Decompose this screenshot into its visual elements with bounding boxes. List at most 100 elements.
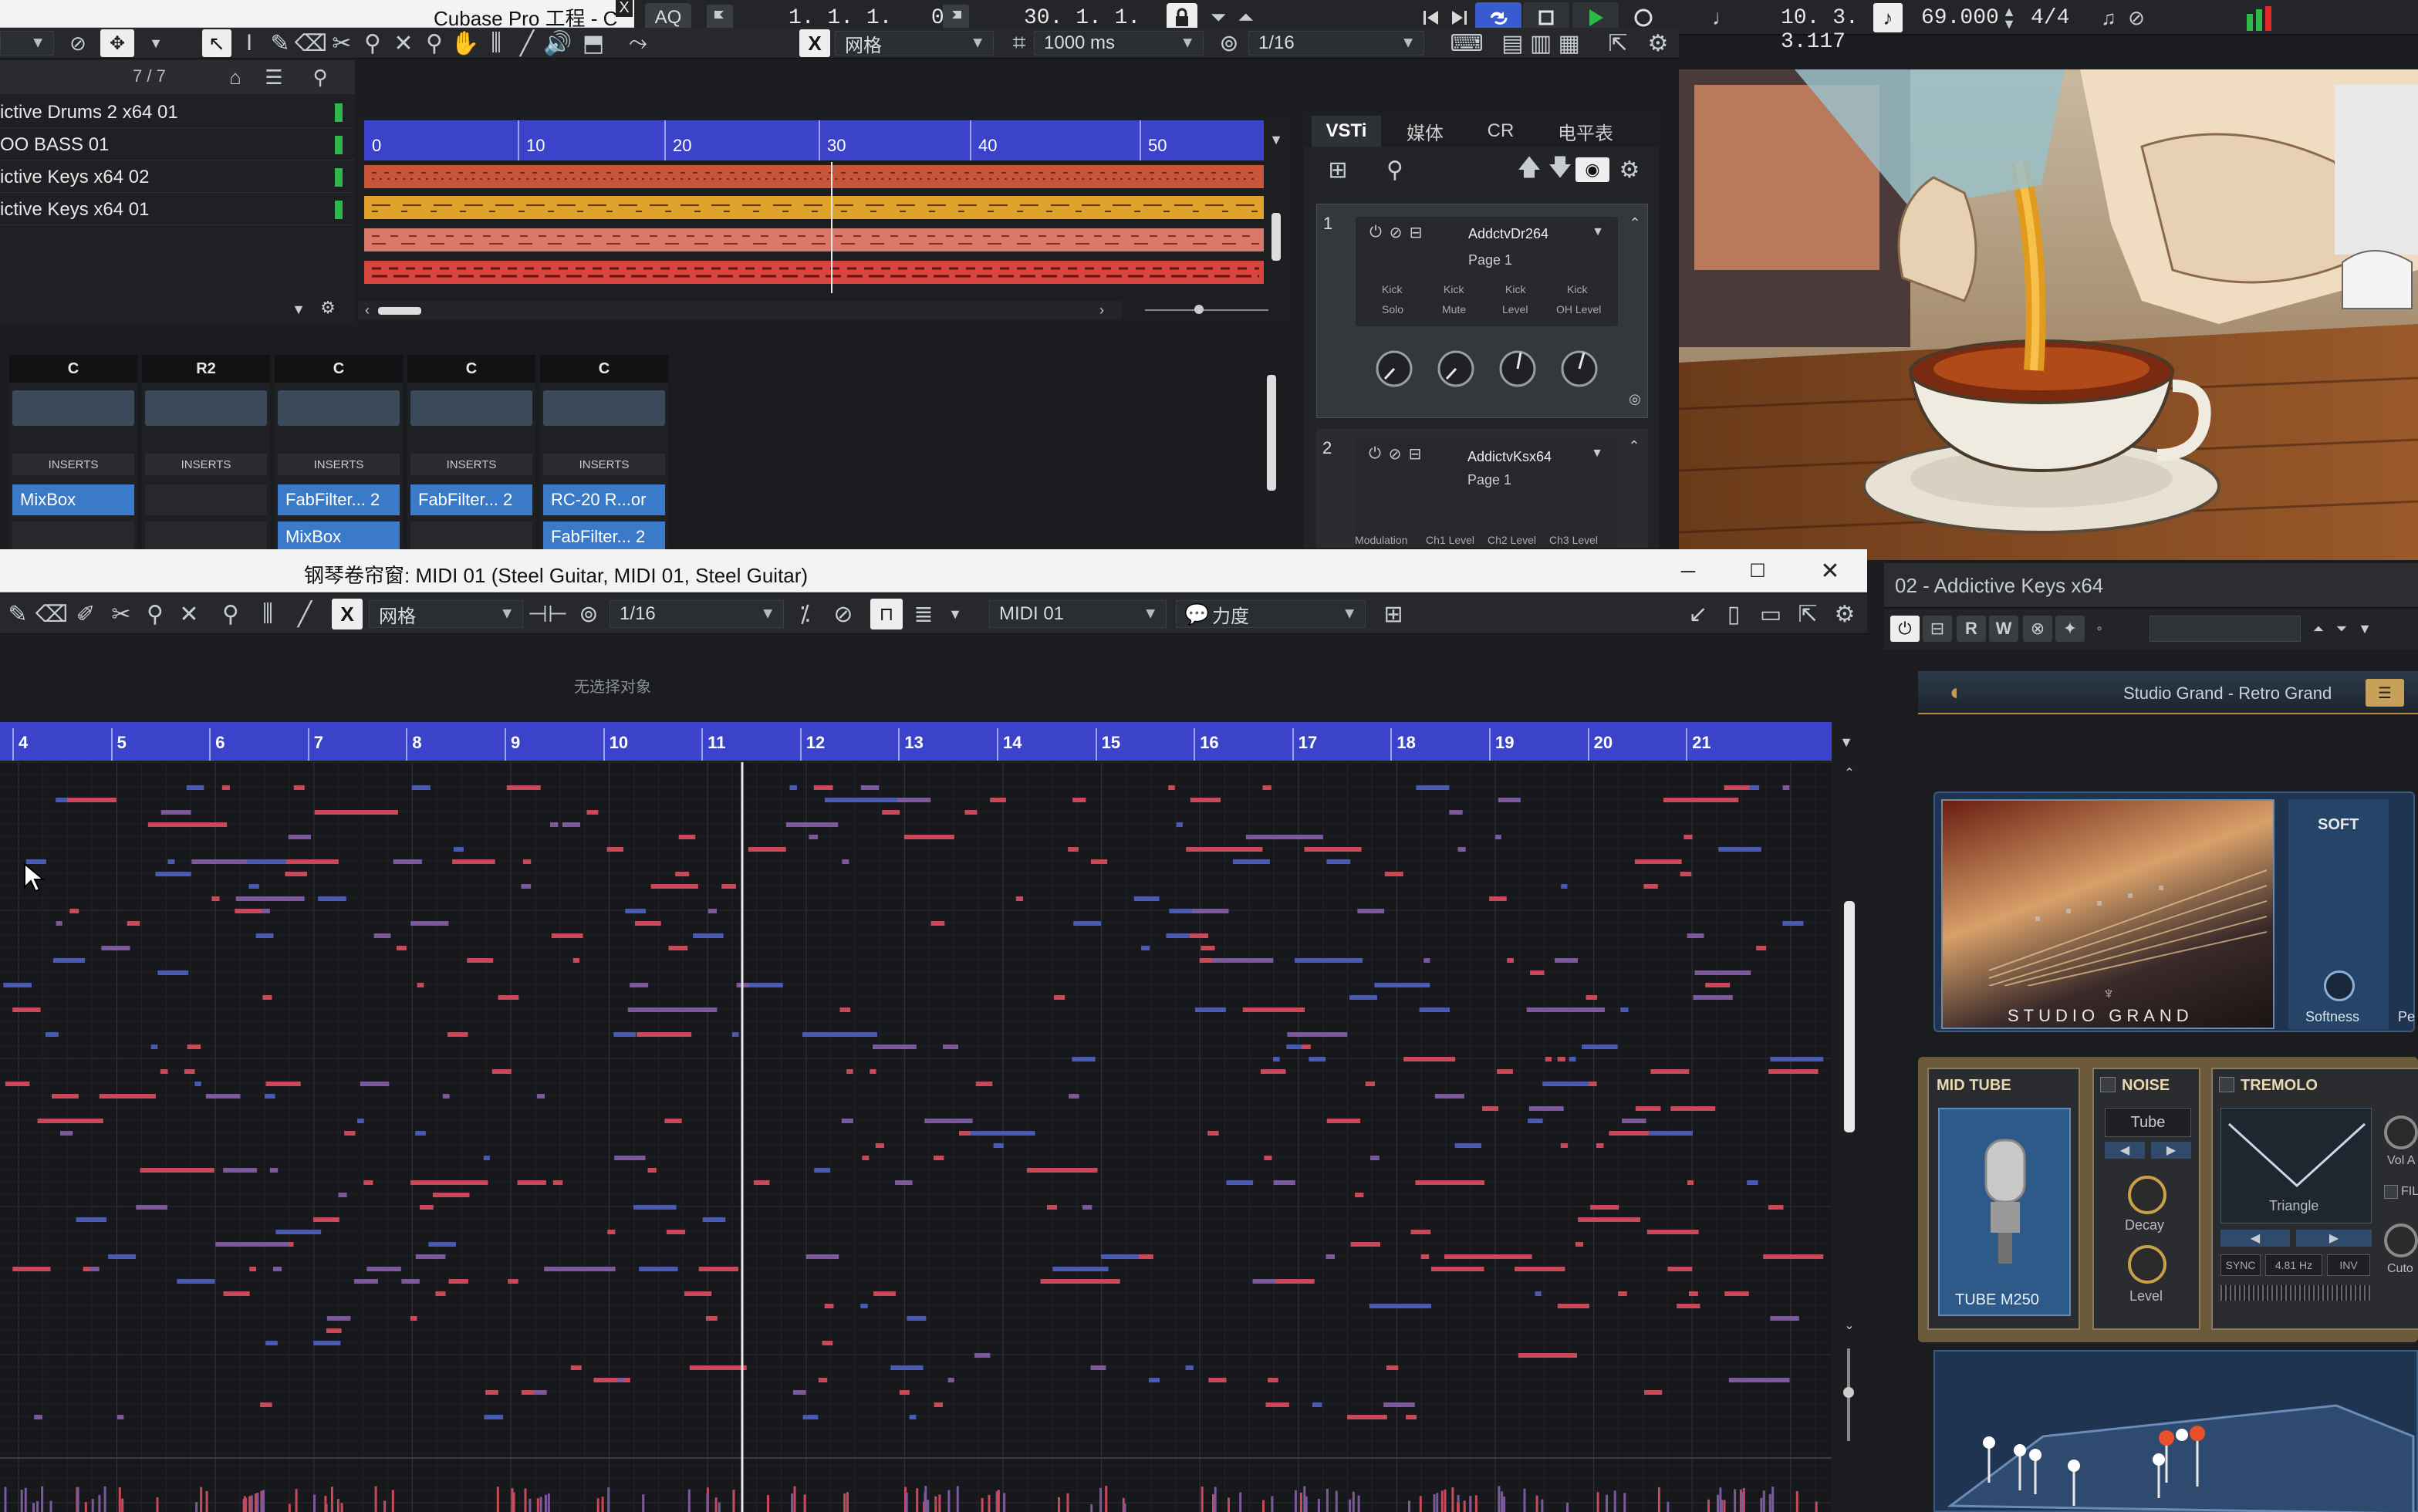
- nudge-icon[interactable]: ⌗: [1006, 30, 1032, 56]
- track-list-settings-icon[interactable]: ⚙: [316, 296, 339, 319]
- noise-next-icon[interactable]: ▶: [2151, 1142, 2191, 1159]
- toolbar-settings-icon[interactable]: ⚙: [1645, 31, 1671, 56]
- rack-slot[interactable]: 2 ⏻ ⊘ ⊟ AddictvKsx64 ▼ Page 1 Modulation…: [1316, 429, 1648, 548]
- inserts-header[interactable]: INSERTS: [543, 454, 665, 475]
- pr-export-icon[interactable]: ⇱: [1795, 600, 1821, 628]
- pr-zoom-icon[interactable]: ⚲: [218, 600, 244, 628]
- autoscroll-button[interactable]: ✥: [100, 29, 134, 57]
- plugin-side-chain-button[interactable]: ⊗: [2023, 616, 2052, 642]
- line-tool-icon[interactable]: ╱: [514, 31, 540, 56]
- pr-erase-icon[interactable]: ⌫: [35, 600, 68, 628]
- slot-power-icon[interactable]: ⏻: [1366, 223, 1385, 241]
- plugin-preset-field[interactable]: [2150, 616, 2301, 642]
- click-icon[interactable]: ♫: [2097, 5, 2120, 31]
- noise-type-dropdown[interactable]: Tube: [2105, 1108, 2191, 1137]
- close-button[interactable]: ✕: [1808, 554, 1852, 588]
- insert-slot[interactable]: [145, 521, 267, 552]
- slot-collapse-icon[interactable]: ⌃: [1626, 214, 1644, 232]
- note-grid[interactable]: [0, 762, 1832, 1512]
- quantize-icon[interactable]: ⊚: [1216, 31, 1242, 56]
- preset-up-icon[interactable]: ⏶: [2307, 616, 2330, 642]
- pan-display[interactable]: C: [9, 355, 137, 383]
- toolbar-menu-dropdown[interactable]: ▼: [0, 31, 54, 56]
- tab-vsti[interactable]: VSTi: [1312, 116, 1381, 147]
- pr-vscroll[interactable]: ⌃ ⌄: [1832, 762, 1867, 1512]
- timewarp-tool-icon[interactable]: ⫼: [483, 30, 509, 56]
- keyboard-icon[interactable]: ⌨: [1450, 31, 1483, 56]
- play-tool-icon[interactable]: 🔊: [543, 31, 572, 56]
- slot-collapse-icon[interactable]: ⌃: [1625, 437, 1643, 455]
- inserts-header[interactable]: INSERTS: [145, 454, 267, 475]
- pr-quantize-icon[interactable]: ⊚: [576, 600, 602, 628]
- plugin-power-button[interactable]: ⏻: [1890, 616, 1920, 642]
- pr-indep-track-button[interactable]: ⊓: [870, 599, 903, 629]
- minimize-button[interactable]: ─: [1667, 554, 1710, 588]
- rack-visibility-icon[interactable]: ◉: [1575, 157, 1609, 182]
- toolbar-export-icon[interactable]: ⇱: [1605, 31, 1631, 56]
- tempo-stepper-icon[interactable]: ▲ ▼: [2001, 5, 2017, 31]
- snap-toggle[interactable]: X: [799, 29, 830, 57]
- rack-settings-icon[interactable]: ⚙: [1616, 156, 1643, 184]
- rack-up-icon[interactable]: 🡅: [1515, 155, 1543, 184]
- mute-solo-buttons[interactable]: [278, 390, 400, 426]
- quick-control-knobs[interactable]: [1356, 342, 1618, 396]
- close-small-button[interactable]: X: [616, 0, 633, 17]
- vzoom-slider[interactable]: [1843, 1348, 1854, 1441]
- arrange-vscroll[interactable]: [1267, 159, 1285, 298]
- mute-solo-buttons[interactable]: [12, 390, 134, 426]
- hand-tool-icon[interactable]: ✋: [451, 31, 479, 56]
- plugin-read-button[interactable]: R: [1957, 616, 1986, 642]
- softness-knob[interactable]: [2324, 970, 2355, 1001]
- pan-display[interactable]: C: [275, 355, 403, 383]
- pr-lanes-icon[interactable]: ≣: [910, 600, 937, 628]
- pr-pencil-icon[interactable]: ✐: [73, 600, 99, 628]
- right-locator-icon[interactable]: [943, 5, 969, 31]
- range-tool-icon[interactable]: I: [236, 30, 262, 56]
- inserts-header[interactable]: INSERTS: [278, 454, 400, 475]
- mute-tool-icon[interactable]: ✕: [390, 31, 417, 56]
- track-row[interactable]: ictive Keys x64 02: [0, 162, 355, 193]
- rack-down-icon[interactable]: 🡇: [1546, 155, 1574, 184]
- pr-track-dropdown[interactable]: MIDI 01 ▼: [989, 600, 1167, 628]
- decay-knob[interactable]: [2128, 1176, 2166, 1214]
- left-locator-value[interactable]: 1. 1. 1. 0: [789, 6, 944, 30]
- pan-display[interactable]: C: [407, 355, 535, 383]
- maximize-button[interactable]: ☐: [1736, 554, 1779, 588]
- vscroll-down-icon[interactable]: ⌄: [1838, 1316, 1861, 1335]
- insert-slot[interactable]: FabFilter... 2: [543, 521, 665, 552]
- scroll-thumb[interactable]: [378, 307, 421, 315]
- pr-quantize-dropdown[interactable]: 1/16 ▼: [610, 600, 784, 628]
- pr-line-icon[interactable]: ╱: [292, 600, 318, 628]
- sync-icon[interactable]: ⊘: [2125, 5, 2148, 31]
- tab-meter[interactable]: 电平表: [1543, 116, 1628, 147]
- snap-type-dropdown[interactable]: 网格 ▼: [835, 31, 994, 56]
- insert-slot[interactable]: MixBox: [278, 521, 400, 552]
- pr-glue-icon[interactable]: ⚲: [142, 600, 168, 628]
- erase-tool-icon[interactable]: ⌫: [295, 31, 327, 56]
- vscroll-thumb[interactable]: [1844, 901, 1855, 1132]
- inserts-header[interactable]: INSERTS: [410, 454, 532, 475]
- insert-slot[interactable]: [12, 521, 134, 552]
- vscroll-up-icon[interactable]: ⌃: [1838, 764, 1861, 782]
- pr-ruler-dropdown-icon[interactable]: ▼: [1835, 728, 1858, 756]
- pr-loop-icon[interactable]: ⊘: [830, 600, 856, 628]
- pr-note-expression-icon[interactable]: ⊞: [1378, 600, 1409, 628]
- piano-roll-ruler[interactable]: 4 5 6 7 8 9 10 11 12 13 14 15 16 17 18 19 20 21: [0, 722, 1832, 761]
- rack-slot[interactable]: 1 ⏻ ⊘ ⊟ AddctvDr264 ▼ Page 1 Kick Kick K…: [1316, 204, 1648, 418]
- pr-settings-icon[interactable]: ⚙: [1832, 600, 1858, 628]
- pr-lanes-dropdown-icon[interactable]: ▼: [946, 600, 964, 628]
- pr-timewarp-icon[interactable]: ⫼: [255, 600, 281, 628]
- pan-display[interactable]: R2: [142, 355, 270, 383]
- sync-button[interactable]: SYNC: [2220, 1254, 2261, 1276]
- insert-slot[interactable]: FabFilter... 2: [410, 484, 532, 515]
- position-display[interactable]: 10. 3. 3.117: [1781, 6, 1935, 54]
- pr-length-icon[interactable]: ⁒: [792, 600, 818, 628]
- insert-slot[interactable]: RC-20 R...or: [543, 484, 665, 515]
- tempo-value[interactable]: 69.000: [1921, 6, 1999, 30]
- pr-left-zone-icon[interactable]: ▯: [1721, 600, 1747, 628]
- punch-in-icon[interactable]: ⏷: [1207, 5, 1230, 31]
- track-list-icon[interactable]: ☰: [261, 63, 287, 91]
- mixer-vscroll[interactable]: [1264, 352, 1279, 537]
- preset-browser-button[interactable]: ☰: [2366, 679, 2404, 707]
- filter-toggle[interactable]: [2384, 1185, 2398, 1199]
